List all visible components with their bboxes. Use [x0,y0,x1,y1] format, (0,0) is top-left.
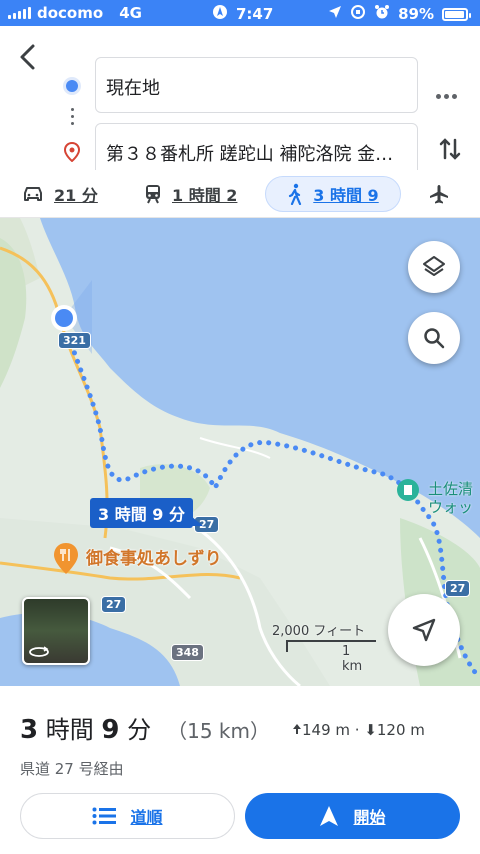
drive-time: 21 分 [54,186,98,205]
street-view-thumbnail[interactable] [22,597,90,665]
route-dots-icon [71,108,74,129]
search-icon [424,328,445,349]
train-icon [146,185,160,204]
swap-button[interactable] [438,136,462,166]
scale-km: 1 km [342,644,363,674]
rotate-360-icon [29,646,49,657]
airplane-icon [430,185,448,204]
tab-drive[interactable]: 21 分 [22,176,98,212]
start-label: 開始 [353,808,386,827]
start-button[interactable]: 開始 [245,793,460,839]
tab-transit[interactable]: 1 時間 2 [144,176,237,212]
road-shield-27-c: 27 [445,580,471,597]
battery-percent: 89% [398,5,434,23]
walk-time: 3 時間 9 [313,186,379,205]
status-time: 7:47 [236,5,274,23]
steps-label: 道順 [130,808,163,827]
origin-dot-icon [66,80,78,92]
travel-mode-tabs: 21 分 1 時間 2 3 時間 9 [0,170,480,218]
list-icon [92,807,117,825]
alarm-icon [374,4,390,24]
route-via: 県道 27 号経由 [20,760,124,778]
scale-feet: 2,000 フィート [272,624,366,639]
tab-flight[interactable] [428,176,450,212]
duration-unit-minutes: 分 [127,716,152,744]
back-button[interactable] [14,42,44,72]
route-duration-label[interactable]: 3 時間 9 分 [90,498,203,528]
signal-icon [8,7,31,19]
duration-hours: 3 [20,715,39,745]
battery-icon [442,7,471,21]
road-shield-27-a: 27 [101,596,127,613]
layers-button[interactable] [408,241,460,293]
back-arrow-icon [20,44,35,70]
road-shield-348: 348 [171,644,204,661]
status-left: docomo 4G [8,4,142,22]
network-type: 4G [119,4,142,22]
route-summary: 3 時間 9 分 （15 km） [20,710,270,745]
road-shield-321: 321 [58,332,91,349]
location-arrow-icon [328,5,342,23]
poi-label-right[interactable]: 土佐清 ウォッ [428,480,473,516]
poi-right-line1: 土佐清 [428,480,474,498]
navigation-start-icon [320,806,339,826]
layers-icon [423,256,445,276]
car-icon [24,187,42,201]
transit-time: 1 時間 2 [172,186,238,205]
map-scale: 2,000 フィート 1 km [272,620,376,674]
tab-walk[interactable]: 3 時間 9 [265,176,401,212]
navigation-arrow-icon [412,618,436,642]
status-center: 7:47 [212,4,273,24]
more-options-button[interactable] [436,84,460,103]
up-arrow-icon [293,724,301,734]
poi-right-line2: ウォッ [428,498,474,516]
origin-field[interactable]: 現在地 [95,57,418,113]
destination-pin-icon [63,141,81,166]
elevation-info: 149 m · ⬇120 m [292,721,425,739]
route-summary-sheet: 3 時間 9 分 （15 km） 149 m · ⬇120 m 県道 27 号経… [0,686,480,854]
lock-rotation-icon [350,4,366,24]
duration-minutes: 9 [101,715,120,745]
status-bar: docomo 4G 7:47 89% [0,0,480,26]
status-right: 89% [328,4,471,24]
poi-restaurant-label[interactable]: 御食事処あしずり [86,544,222,569]
directions-header: 現在地 第３８番札所 蹉跎山 補陀洛院 金… [0,26,480,179]
walking-icon [289,183,302,205]
my-location-button[interactable] [388,594,460,666]
carrier-name: docomo [37,4,104,22]
elevation-values: 149 m · ⬇120 m [302,721,425,739]
swap-icon [439,138,461,160]
map-view[interactable]: 321 27 27 27 348 土佐清 ウォッ 御食事処あしずり 3 時間 9… [0,218,480,686]
map-search-button[interactable] [408,312,460,364]
steps-button[interactable]: 道順 [20,793,235,839]
location-services-icon [212,4,228,24]
duration-unit-hours: 時間 [45,716,94,744]
route-duration: 3 時間 9 分 [20,710,151,745]
route-distance: （15 km） [167,719,270,743]
maps-directions-screen: { "status_bar": { "carrier": "docomo", "… [0,0,480,854]
